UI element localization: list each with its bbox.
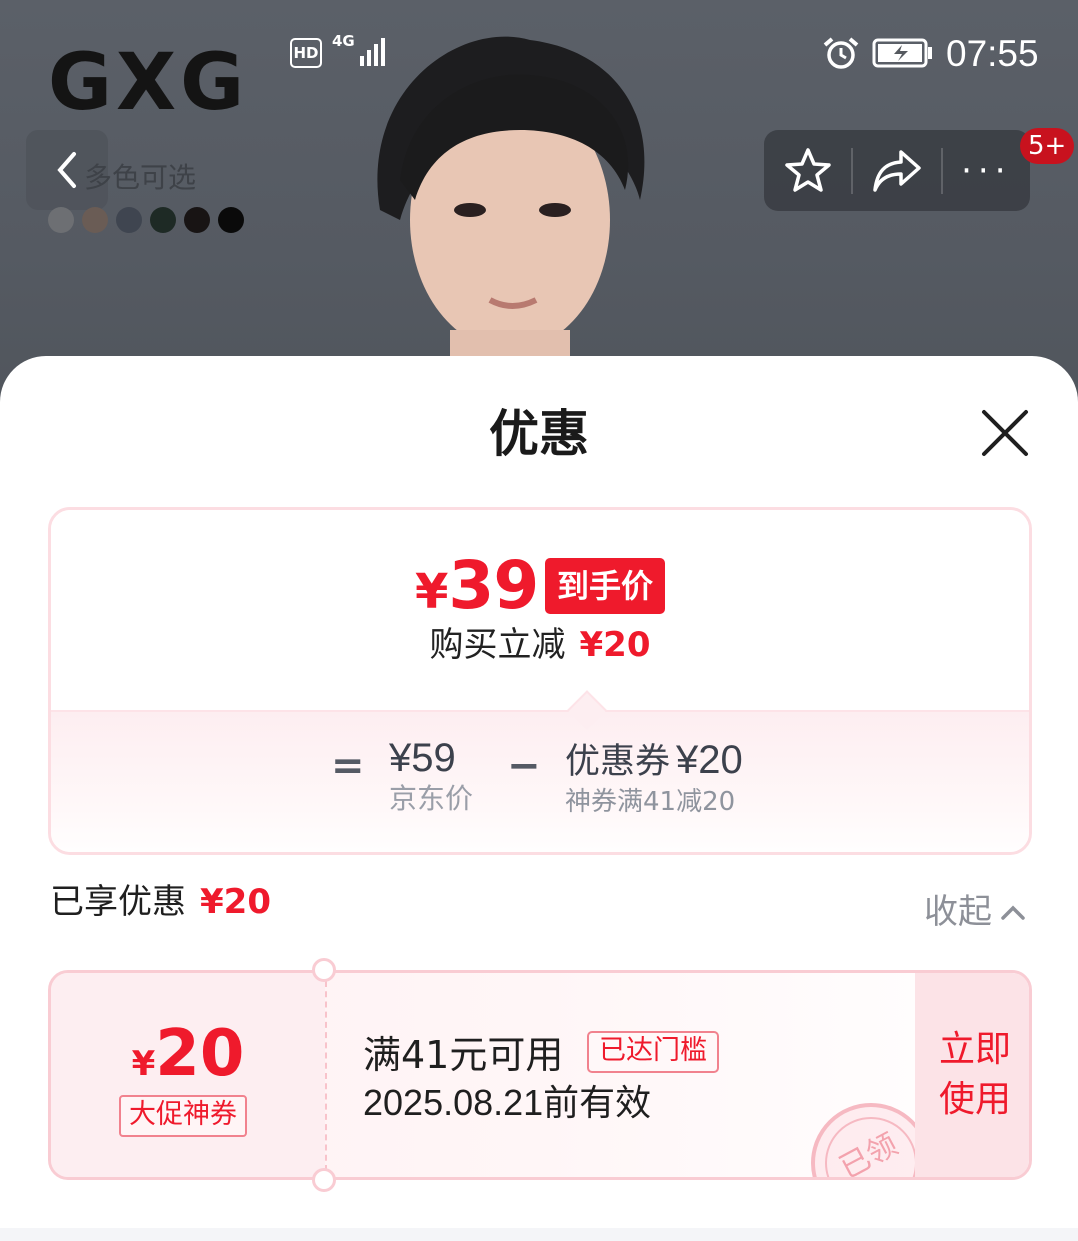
final-price-tag: 到手价 <box>545 558 666 614</box>
sheet-title: 优惠 <box>489 405 589 463</box>
alarm-icon <box>823 37 859 69</box>
use-now-line1: 立即 <box>938 1029 1011 1070</box>
color-swatch[interactable] <box>48 207 74 233</box>
collapse-label: 收起 <box>924 892 992 932</box>
coupon-punch-top <box>312 958 336 982</box>
claimed-stamp: 已领 <box>811 1103 931 1177</box>
coupon-currency: ¥ <box>131 1044 156 1084</box>
chevron-left-icon <box>57 152 76 188</box>
more-icon: ··· <box>961 150 1012 191</box>
enjoyed-discount: 已享优惠 ¥20 <box>50 876 271 928</box>
coupon-deduction-detail: 神券满41减20 <box>565 787 736 817</box>
final-price-section: ¥39 到手价 购买立减 ¥20 <box>51 510 1029 710</box>
coupon-amount-value: 20 <box>155 1017 245 1091</box>
bottom-strip <box>0 1228 1078 1241</box>
final-price-value: 39 <box>448 547 539 624</box>
status-bar: HD 4G 07:55 <box>0 0 1078 100</box>
use-now-button[interactable]: 立即 使用 <box>915 973 1029 1177</box>
coupon-expiry: 2025.08.21前有效 <box>363 1082 652 1123</box>
top-action-group: ··· <box>764 130 1030 211</box>
enjoyed-discount-amount: ¥20 <box>200 882 271 922</box>
close-icon[interactable] <box>980 408 1030 458</box>
notification-badge: 5+ <box>1020 128 1075 164</box>
color-swatch[interactable] <box>184 207 210 233</box>
multi-color-label: 多色可选 <box>84 161 197 194</box>
coupon-card: ¥20 大促神券 满41元可用 已达门槛 2025.08.21前有效 已领 立即… <box>48 970 1032 1180</box>
minus-sign: − <box>507 743 541 789</box>
coupon-deduction: 优惠券 ¥20 <box>565 734 743 788</box>
chevron-up-icon <box>1001 905 1025 920</box>
collapse-button[interactable]: 收起 <box>924 886 1026 938</box>
equals-sign: = <box>331 743 365 789</box>
jd-price: ¥59 <box>389 736 456 780</box>
coupon-type-badge: 大促神券 <box>119 1095 247 1137</box>
clock: 07:55 <box>946 33 1039 74</box>
favorite-button[interactable] <box>764 130 851 211</box>
color-swatch[interactable] <box>82 207 108 233</box>
hd-indicator: HD <box>290 38 322 68</box>
coupon-condition: 满41元可用 <box>363 1033 564 1077</box>
share-icon <box>873 149 921 192</box>
signal-icon <box>360 38 385 66</box>
final-price-currency: ¥ <box>415 564 449 620</box>
instant-discount-label: 购买立减 <box>429 625 566 665</box>
use-now-line2: 使用 <box>938 1079 1011 1120</box>
price-breakdown-card: ¥39 到手价 购买立减 ¥20 = ¥59 京东价 − 优惠券 ¥20 神券满41… <box>48 507 1032 855</box>
color-swatch[interactable] <box>218 207 244 233</box>
coupon-deduction-value: ¥20 <box>676 738 743 782</box>
jd-price-label: 京东价 <box>389 782 474 815</box>
instant-discount-amount: ¥20 <box>579 625 651 665</box>
battery-icon <box>872 38 932 68</box>
star-icon <box>784 147 831 192</box>
discount-sheet: 优惠 ¥39 到手价 购买立减 ¥20 = ¥59 京东价 − 优惠券 ¥20 神券… <box>0 356 1078 1241</box>
color-swatch[interactable] <box>150 207 176 233</box>
coupon-deduction-label: 优惠券 <box>565 742 671 782</box>
more-button[interactable]: ··· <box>943 130 1030 211</box>
enjoyed-discount-label: 已享优惠 <box>50 882 186 922</box>
threshold-met-badge: 已达门槛 <box>587 1031 719 1073</box>
coupon-perforation <box>325 981 327 1171</box>
instant-discount: 购买立减 ¥20 <box>51 620 1029 670</box>
coupon-punch-bottom <box>312 1168 336 1192</box>
color-swatches <box>48 207 244 233</box>
share-button[interactable] <box>853 130 940 211</box>
color-swatch[interactable] <box>116 207 142 233</box>
